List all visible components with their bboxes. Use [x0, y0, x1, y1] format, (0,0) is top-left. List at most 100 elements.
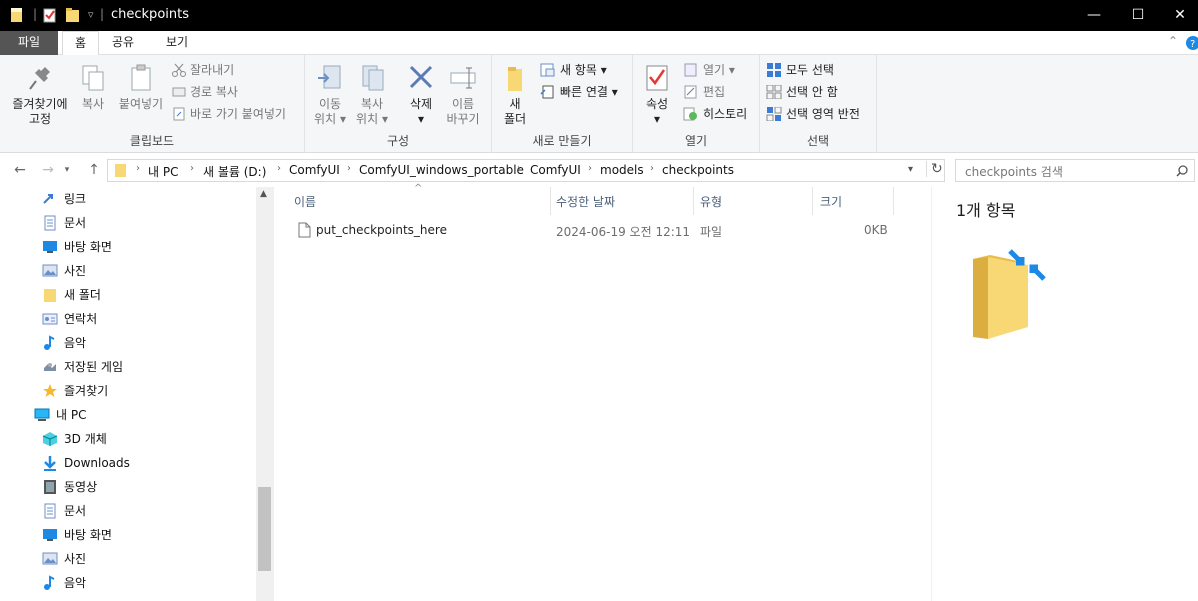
- desktop-icon: [43, 529, 57, 541]
- navigation-pane: 링크 문서 바탕 화면 사진 새 폴더 연락처 음악 저장된 게임 즐겨찾기 내 PC 3D 개체 D…: [0, 187, 273, 601]
- tab-file[interactable]: 파일: [0, 31, 58, 55]
- address-dropdown-icon[interactable]: ▾: [908, 164, 913, 175]
- recent-locations-chevron-icon[interactable]: ▾: [60, 161, 74, 179]
- delete-label: 삭제: [409, 97, 433, 111]
- file-type: 파일: [700, 225, 723, 239]
- copy-path-button[interactable]: 경로 복사: [172, 82, 238, 102]
- new-item-button[interactable]: 새 항목 ▾: [540, 60, 607, 80]
- breadcrumb-comfyui-inner[interactable]: ComfyUI: [530, 163, 581, 177]
- breadcrumb-separator[interactable]: ›: [277, 163, 281, 174]
- new-folder-icon[interactable]: [66, 7, 80, 23]
- document-icon: [44, 215, 56, 231]
- breadcrumb-separator[interactable]: ›: [136, 163, 140, 174]
- address-bar[interactable]: › 내 PC › 새 볼륨 (D:) › ComfyUI › ComfyUI_w…: [107, 159, 945, 182]
- tab-share[interactable]: 공유: [100, 31, 146, 55]
- cut-button[interactable]: 잘라내기: [172, 60, 234, 80]
- scissors-icon: [172, 63, 186, 77]
- search-box[interactable]: checkpoints 검색: [955, 159, 1195, 182]
- move-to-button[interactable]: 이동 위치 ▾: [310, 63, 350, 127]
- folder-properties-icon[interactable]: [10, 7, 24, 23]
- minimize-button[interactable]: —: [1071, 0, 1117, 31]
- invert-selection-button[interactable]: 선택 영역 반전: [766, 104, 860, 124]
- column-divider[interactable]: [693, 187, 694, 215]
- refresh-icon[interactable]: ↻: [926, 161, 943, 177]
- document-icon: [44, 503, 56, 519]
- properties-dropdown-icon[interactable]: ▾: [640, 112, 674, 127]
- pin-to-quick-access-button[interactable]: 즐겨찾기에 고정: [6, 63, 74, 127]
- breadcrumb-separator[interactable]: ›: [650, 163, 654, 174]
- history-button[interactable]: 히스토리: [683, 104, 747, 124]
- column-divider[interactable]: [893, 187, 894, 215]
- column-header-name[interactable]: 이름: [294, 193, 550, 215]
- column-divider[interactable]: [812, 187, 813, 215]
- breadcrumb-comfyui[interactable]: ComfyUI: [289, 163, 340, 177]
- file-name[interactable]: put_checkpoints_here: [316, 223, 447, 237]
- paste-button[interactable]: 붙여넣기: [114, 63, 168, 112]
- rename-button[interactable]: 이름 바꾸기: [443, 63, 483, 127]
- column-header-size[interactable]: 크기: [820, 193, 894, 215]
- paste-shortcut-icon: [173, 107, 185, 121]
- select-none-label: 선택 안 함: [786, 85, 838, 99]
- easy-access-button[interactable]: 빠른 연결 ▾: [540, 82, 618, 102]
- nav-scrollbar-thumb[interactable]: [258, 487, 271, 571]
- paste-shortcut-button[interactable]: 바로 가기 붙여넣기: [172, 104, 286, 124]
- properties-check-icon[interactable]: [43, 7, 57, 23]
- nav-scrollbar[interactable]: ▲: [256, 187, 273, 601]
- pictures-icon: [42, 552, 58, 565]
- breadcrumb-models[interactable]: models: [600, 163, 644, 177]
- search-icon[interactable]: [1176, 165, 1188, 177]
- copy-label: 복사: [81, 97, 105, 111]
- breadcrumb-separator[interactable]: ›: [347, 163, 351, 174]
- copy-button[interactable]: 복사: [74, 63, 112, 112]
- new-group: 새 폴더 새 항목 ▾ 빠른 연결 ▾ 새로 만들기: [492, 55, 633, 153]
- breadcrumb-comfyui-portable[interactable]: ComfyUI_windows_portable: [359, 163, 524, 177]
- breadcrumb-separator[interactable]: ›: [190, 163, 194, 174]
- breadcrumb-volume-d[interactable]: 새 볼륨 (D:): [203, 163, 266, 180]
- nav-item-label: 문서: [64, 504, 87, 518]
- column-header-type[interactable]: 유형: [700, 193, 812, 215]
- help-icon[interactable]: ?: [1186, 36, 1198, 50]
- move-to-line2: 위치 ▾: [314, 112, 346, 126]
- copy-path-label: 경로 복사: [190, 85, 238, 99]
- collapse-ribbon-icon[interactable]: ⌃: [1168, 34, 1178, 48]
- breadcrumb-separator[interactable]: ›: [588, 163, 592, 174]
- rename-line1: 이름: [451, 97, 475, 111]
- scroll-up-icon[interactable]: ▲: [260, 189, 267, 199]
- svg-text:?: ?: [1190, 39, 1195, 50]
- delete-dropdown-icon[interactable]: ▾: [402, 112, 440, 127]
- select-none-button[interactable]: 선택 안 함: [766, 82, 838, 102]
- back-arrow-icon[interactable]: ←: [10, 161, 30, 179]
- address-row: ← → ▾ ↑ › 내 PC › 새 볼륨 (D:) › ComfyUI › C…: [0, 153, 1198, 187]
- search-input[interactable]: checkpoints 검색: [965, 163, 1063, 180]
- column-header-date[interactable]: 수정한 날짜: [556, 193, 693, 215]
- new-folder-button[interactable]: 새 폴더: [500, 63, 530, 127]
- tab-view[interactable]: 보기: [154, 31, 200, 55]
- paste-shortcut-label: 바로 가기 붙여넣기: [190, 107, 286, 121]
- nav-item-label: 3D 개체: [64, 432, 107, 446]
- rename-line2: 바꾸기: [446, 112, 480, 126]
- select-all-button[interactable]: 모두 선택: [766, 60, 834, 80]
- maximize-button[interactable]: ☐: [1115, 0, 1161, 31]
- properties-button[interactable]: 속성 ▾: [640, 63, 674, 127]
- open-button[interactable]: 열기 ▾: [683, 60, 735, 80]
- close-button[interactable]: ✕: [1157, 0, 1198, 31]
- qat-dropdown-icon[interactable]: ▿: [88, 8, 94, 21]
- forward-arrow-icon[interactable]: →: [38, 161, 58, 179]
- new-folder-big-icon: [508, 67, 522, 91]
- up-arrow-icon[interactable]: ↑: [84, 161, 104, 179]
- nav-item-label: 사진: [64, 552, 87, 566]
- tab-home[interactable]: 홈: [62, 31, 100, 56]
- edit-button[interactable]: 편집: [683, 82, 725, 102]
- breadcrumb-this-pc[interactable]: 내 PC: [148, 163, 178, 180]
- column-divider[interactable]: [550, 187, 551, 215]
- ribbon-tabs: 파일 홈 공유 보기 ⌃ ?: [0, 31, 1198, 56]
- folder-preview-icon: [973, 249, 1046, 339]
- breadcrumb-checkpoints[interactable]: checkpoints: [662, 163, 734, 177]
- delete-button[interactable]: 삭제 ▾: [402, 63, 440, 127]
- contacts-icon: [42, 313, 58, 325]
- nav-item-label: 링크: [64, 192, 87, 206]
- breadcrumb-separator[interactable]: ›: [517, 163, 521, 174]
- copy-to-button[interactable]: 복사 위치 ▾: [352, 63, 392, 127]
- pin-label-line1: 즐겨찾기에: [12, 97, 68, 111]
- organize-group: 이동 위치 ▾ 복사 위치 ▾ 삭제 ▾ 이름 바꾸기 구성: [305, 55, 492, 153]
